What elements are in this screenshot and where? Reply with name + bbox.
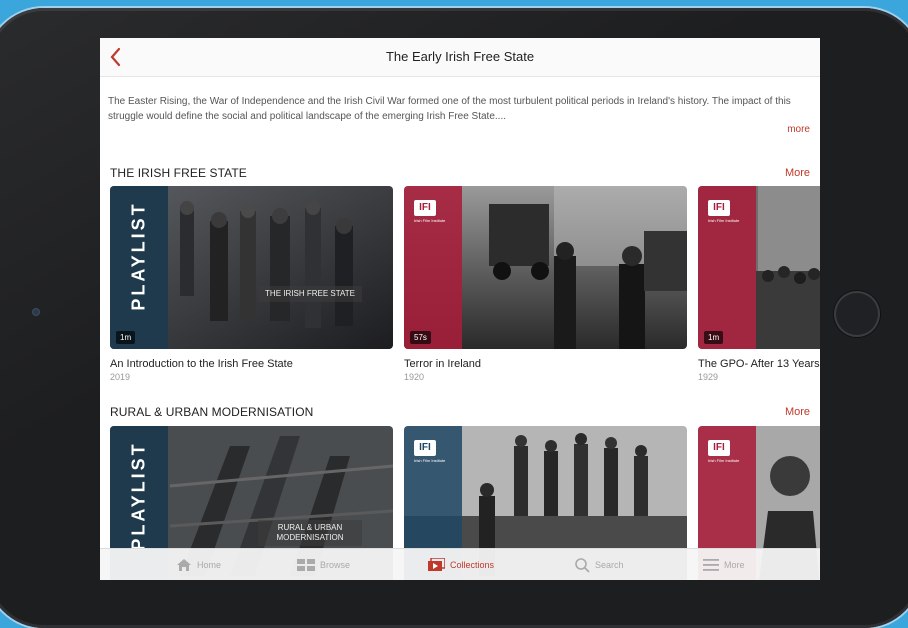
tab-label: More [724,560,745,570]
tab-label: Collections [450,560,495,570]
tab-label: Browse [320,560,351,570]
tab-label: Home [197,560,222,570]
ifi-logo: IFI Irish Film Institute [708,200,740,223]
collections-icon [428,558,445,571]
video-card[interactable]: IFI Irish Film Institute 57s [404,186,687,349]
duration-badge: 57s [410,331,431,344]
video-year: 1920 [404,372,425,382]
home-hardware-button[interactable] [834,291,880,337]
tab-home[interactable]: Home [176,557,221,573]
collection-description: The Easter Rising, the War of Independen… [108,96,791,122]
video-year: 1929 [698,372,719,382]
tab-label: Search [595,560,624,570]
video-card[interactable]: IFI Irish Film Institute 1m [698,186,820,349]
playlist-overlay-label: THE IRISH FREE STATE [258,286,362,302]
tab-bar: Home Browse Collections Search More [100,548,820,580]
video-card[interactable]: PLAYLIST THE IRISH FREE STATE 1m [110,186,393,349]
playlist-badge: PLAYLIST [128,201,149,311]
ifi-logo: IFI Irish Film Institute [414,440,446,463]
home-icon [177,559,191,571]
section-more-irish-free-state[interactable]: More [785,167,810,179]
section-title-irish-free-state: THE IRISH FREE STATE [110,166,247,180]
tab-more[interactable]: More [703,557,745,573]
ifi-band: IFI Irish Film Institute [404,186,462,349]
search-icon [575,557,590,573]
ifi-band: IFI Irish Film Institute [698,186,756,349]
page-title: The Early Irish Free State [385,49,535,64]
tab-browse[interactable]: Browse [297,557,350,573]
browse-icon [297,559,315,571]
ifi-logo: IFI Irish Film Institute [708,440,740,463]
playlist-band: PLAYLIST [110,186,168,349]
tab-collections[interactable]: Collections [427,557,494,573]
playlist-overlay-label: RURAL & URBAN MODERNISATION [258,520,362,546]
video-title[interactable]: An Introduction to the Irish Free State [110,358,293,370]
section-more-rural-urban[interactable]: More [785,406,810,418]
playlist-badge: PLAYLIST [128,441,149,551]
app-screen: The Early Irish Free State The Easter Ri… [100,38,820,580]
video-year: 2019 [110,372,131,382]
description-more-link[interactable]: more [787,124,810,135]
section-title-rural-urban: RURAL & URBAN MODERNISATION [110,405,314,419]
video-title[interactable]: Terror in Ireland [404,358,481,370]
ifi-logo: IFI Irish Film Institute [414,200,446,223]
tab-search[interactable]: Search [575,557,624,573]
duration-badge: 1m [704,331,724,344]
navigation-bar: The Early Irish Free State [100,38,820,77]
duration-badge: 1m [116,331,136,344]
video-title[interactable]: The GPO- After 13 Years [698,358,820,370]
menu-icon [703,559,719,571]
camera-lens [32,308,40,316]
